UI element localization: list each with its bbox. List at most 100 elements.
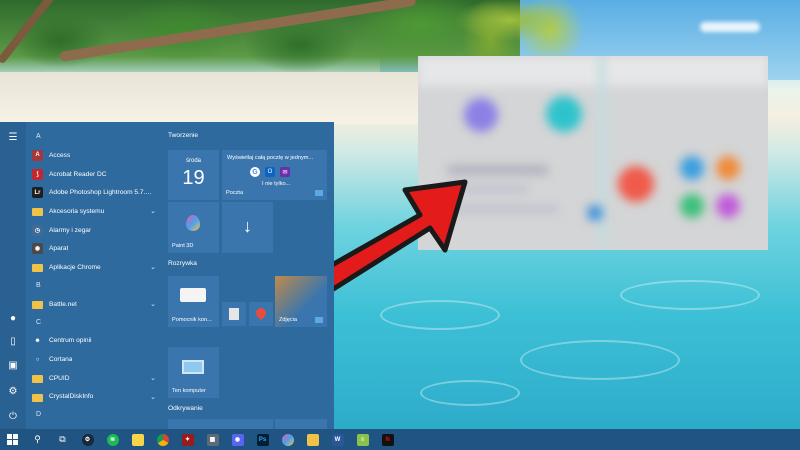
photoshop-icon[interactable]: Ps: [250, 429, 275, 450]
folder-icon: [32, 264, 43, 273]
power-icon[interactable]: ⏻: [0, 405, 26, 427]
water-ripple: [520, 340, 680, 380]
letter-header[interactable]: C: [26, 314, 162, 332]
photos-label: Zdjęcia: [279, 317, 298, 323]
chevron-down-icon: ⌄: [150, 300, 156, 308]
search-icon[interactable]: ⚲: [25, 429, 50, 450]
app-label: Cortana: [49, 356, 73, 364]
calculator-icon: [229, 308, 239, 320]
app-list-item[interactable]: A Access: [26, 146, 162, 165]
app-folder-item[interactable]: Battle.net ⌄: [26, 295, 162, 314]
document-icon[interactable]: ▯: [0, 330, 26, 352]
group-title-rozrywka: Rozrywka: [168, 260, 197, 267]
mail-more: I nie tylko...: [262, 181, 291, 187]
notepad-icon[interactable]: ≡: [350, 429, 375, 450]
app-folder-item[interactable]: Aplikacje Chrome ⌄: [26, 258, 162, 277]
discord-icon[interactable]: ◉: [225, 429, 250, 450]
steam-icon[interactable]: ⚙: [75, 429, 100, 450]
discover-tile[interactable]: [275, 419, 327, 429]
taskbar: ⚲ ⧉ ⚙ ≋ ✦ ▦ ◉ Ps W ≡ N: [0, 429, 800, 450]
app-label: CrystalDiskInfo: [49, 393, 94, 401]
calendar-day: środa: [185, 158, 201, 164]
app-label: Aplikacje Chrome: [49, 263, 101, 271]
maps-icon: [253, 305, 269, 321]
chevron-down-icon: ⌄: [150, 374, 156, 382]
calendar-tile[interactable]: środa 19: [168, 150, 219, 200]
start-icon[interactable]: [0, 429, 25, 450]
app-label: Adobe Photoshop Lightroom 5.7.1 64...: [49, 189, 153, 197]
photos-tile[interactable]: Zdjęcia: [275, 276, 327, 327]
pictures-icon[interactable]: ▣: [0, 354, 26, 376]
settings-icon[interactable]: ⚙: [0, 380, 26, 402]
app-label: Akcesoria systemu: [49, 207, 105, 215]
app-label: Aparat: [49, 245, 69, 253]
mail-account-icons: G O ✉: [250, 167, 290, 177]
camera-icon: ◉: [32, 243, 43, 255]
outlook-icon: O: [265, 167, 275, 177]
discover-tile[interactable]: [168, 419, 273, 429]
paint3d-icon[interactable]: [275, 429, 300, 450]
start-menu: ☰ ● ▯ ▣ ⚙ ⏻ A A Access ⟆ Acrobat Reader DC Lr…: [0, 122, 334, 429]
folder-icon: [32, 301, 43, 310]
app-list-item[interactable]: ○ Cortana: [26, 350, 162, 369]
group-title-odkrywanie: Odkrywanie: [168, 405, 203, 412]
start-menu-rail: ☰ ● ▯ ▣ ⚙ ⏻: [0, 122, 26, 429]
mail-tile-label: Poczta: [226, 190, 244, 196]
app-label: Alarmy i zegar: [49, 226, 92, 234]
letter-header[interactable]: D: [26, 406, 162, 424]
menu-icon[interactable]: ☰: [0, 126, 26, 148]
user-icon[interactable]: ●: [0, 307, 26, 329]
this-pc-tile[interactable]: Ten komputer: [168, 347, 219, 398]
app-folder-item[interactable]: Akcesoria systemu ⌄: [26, 202, 162, 221]
cloud: [700, 22, 760, 32]
app-red-icon[interactable]: ✦: [175, 429, 200, 450]
app-list-item[interactable]: ◷ Alarmy i zegar: [26, 221, 162, 240]
yahoo-mail-icon: ✉: [280, 167, 290, 177]
letter-header[interactable]: A: [26, 128, 162, 146]
folder-icon: [32, 208, 43, 217]
this-pc-label: Ten komputer: [172, 388, 206, 394]
folder-icon: [32, 375, 43, 384]
google-icon: G: [250, 167, 260, 177]
cortana-icon: ○: [32, 354, 43, 366]
letter-header[interactable]: B: [26, 277, 162, 295]
app-label: Access: [49, 151, 71, 159]
download-icon: ↓: [243, 216, 252, 236]
chrome-icon[interactable]: [150, 429, 175, 450]
quick-assist-tile[interactable]: Pomocnik kon...: [168, 276, 219, 327]
paint3d-tile[interactable]: Paint 3D: [168, 202, 219, 253]
calculator-icon[interactable]: ▦: [200, 429, 225, 450]
app-list-item[interactable]: ☻ Centrum opinii: [26, 332, 162, 351]
app-list-item[interactable]: ⟆ Acrobat Reader DC: [26, 165, 162, 184]
app-label: CPUID: [49, 374, 70, 382]
photos-icon: [315, 317, 323, 323]
feedback-icon: ☻: [32, 335, 43, 347]
file-explorer-icon[interactable]: [300, 429, 325, 450]
app-folder-item[interactable]: CrystalDiskInfo ⌄: [26, 388, 162, 407]
netflix-icon[interactable]: N: [375, 429, 400, 450]
calculator-tile[interactable]: [222, 302, 246, 326]
acrobat-icon: ⟆: [32, 168, 43, 180]
mail-headline: Wyświetlaj całą pocztę w jednym...: [227, 155, 314, 161]
task-view-icon[interactable]: ⧉: [50, 429, 75, 450]
sticky-notes-icon[interactable]: [125, 429, 150, 450]
paint3d-icon: [186, 215, 200, 231]
maps-tile[interactable]: [249, 302, 273, 326]
app-label: Battle.net: [49, 300, 77, 308]
chevron-down-icon: ⌄: [150, 393, 156, 401]
app-list-item[interactable]: ◉ Aparat: [26, 239, 162, 258]
lightroom-icon: Lr: [32, 187, 43, 199]
blurred-window-preview: [418, 56, 768, 250]
mail-icon: [315, 190, 323, 196]
tiles-panel: Tworzenie środa 19 Wyświetlaj całą poczt…: [162, 122, 334, 429]
spotify-icon[interactable]: ≋: [100, 429, 125, 450]
mail-tile[interactable]: Wyświetlaj całą pocztę w jednym... G O ✉…: [222, 150, 327, 200]
app-list-item[interactable]: Lr Adobe Photoshop Lightroom 5.7.1 64...: [26, 183, 162, 202]
water-ripple: [380, 300, 500, 330]
app-folder-item[interactable]: CPUID ⌄: [26, 369, 162, 388]
chevron-down-icon: ⌄: [150, 208, 156, 216]
computer-icon: [182, 360, 204, 374]
word-icon[interactable]: W: [325, 429, 350, 450]
app-label: Centrum opinii: [49, 337, 92, 345]
download-tile[interactable]: ↓: [222, 202, 273, 253]
